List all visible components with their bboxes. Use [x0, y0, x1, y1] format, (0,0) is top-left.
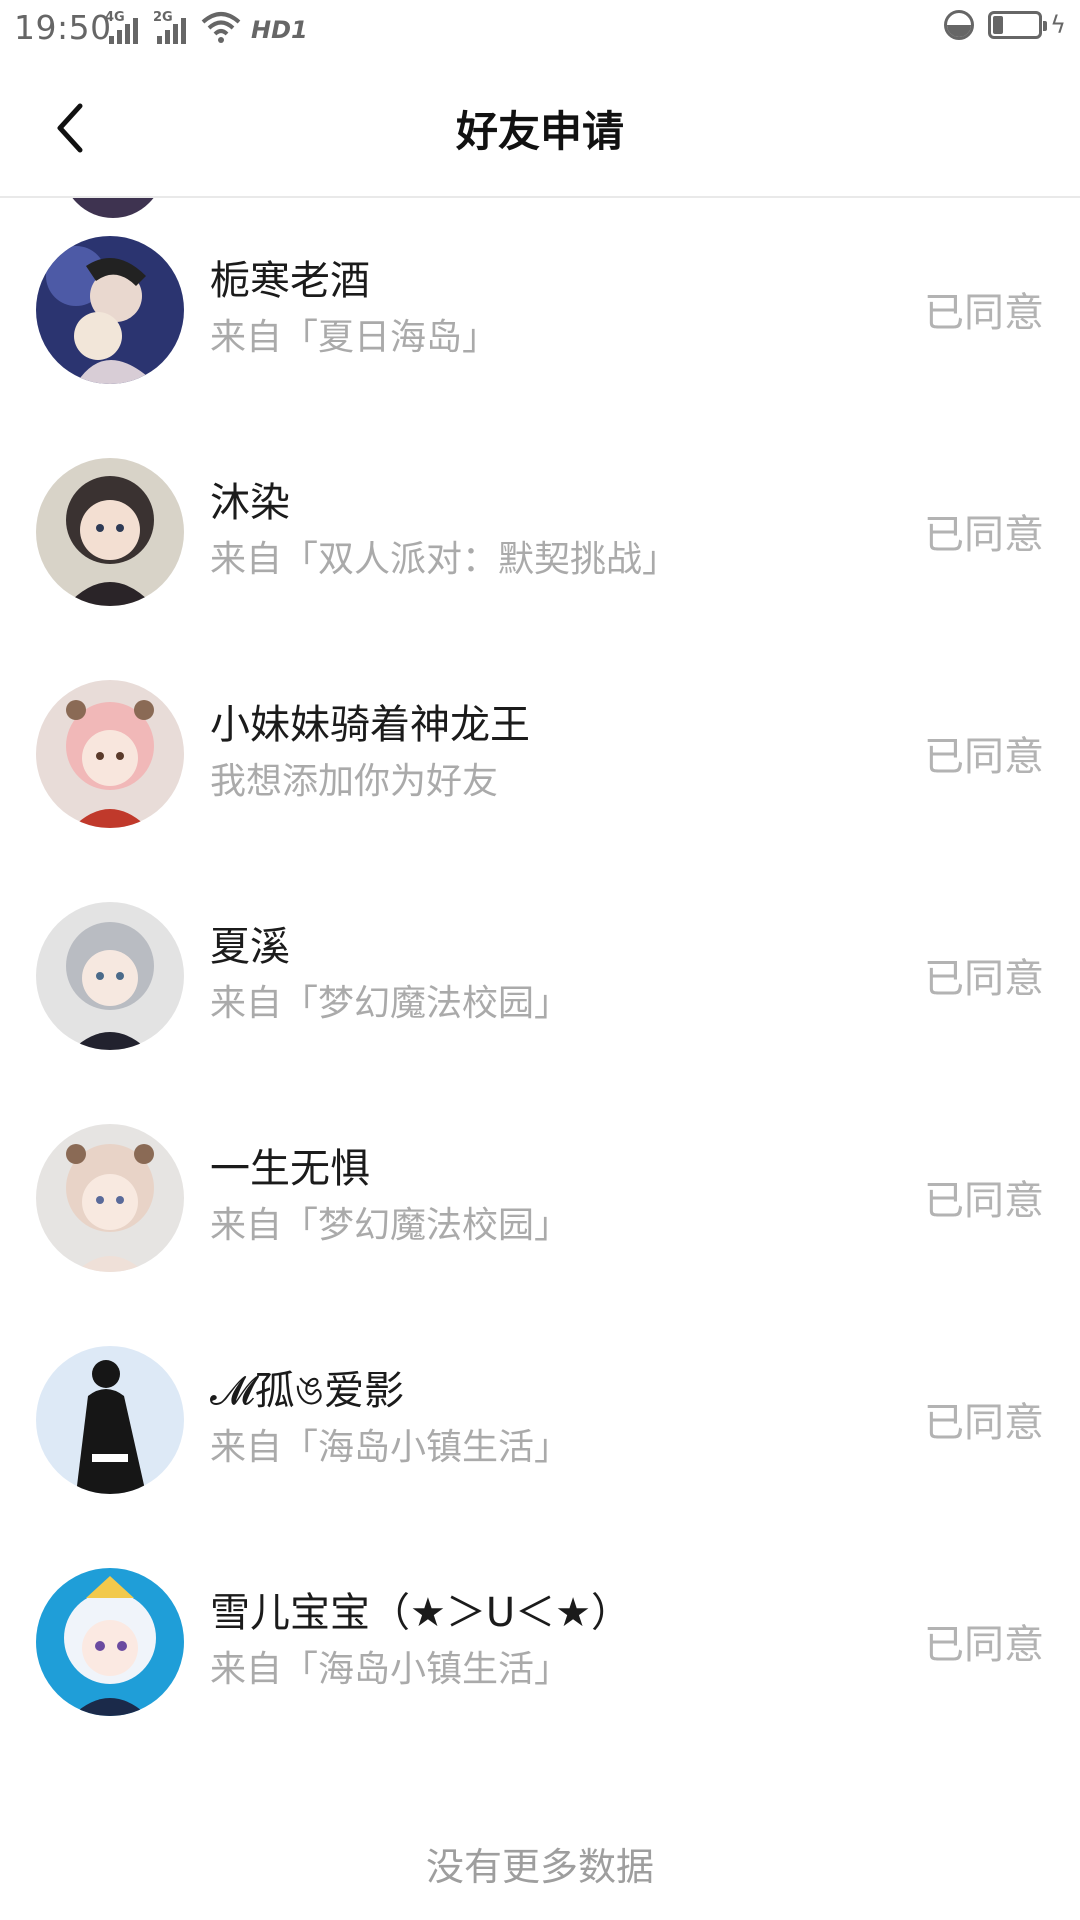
- requester-name: 沐染: [210, 480, 290, 526]
- dnd-icon: [944, 10, 975, 40]
- status-bar: 19:50 4G 2G HD1 ϟ: [0, 0, 1080, 60]
- list-item[interactable]: 一生无惧 来自「梦幻魔法校园」 已同意: [0, 1086, 1080, 1308]
- request-source: 来自「海岛小镇生活」: [210, 1649, 571, 1690]
- page-title: 好友申请: [455, 107, 624, 156]
- request-source: 我想添加你为好友: [210, 761, 499, 802]
- list-item[interactable]: 𝓜孤ঙ爱影 来自「海岛小镇生活」 已同意: [0, 1308, 1080, 1530]
- avatar: [36, 902, 184, 1050]
- status-right-icons: ϟ: [944, 10, 1066, 40]
- wifi-icon: [201, 12, 241, 43]
- list-item[interactable]: 沐染 来自「双人派对：默契挑战」 已同意: [0, 420, 1080, 642]
- requester-name: 一生无惧: [210, 1146, 370, 1192]
- request-source: 来自「海岛小镇生活」: [210, 1427, 571, 1468]
- status-badge: 已同意: [924, 1178, 1044, 1224]
- request-source: 来自「梦幻魔法校园」: [210, 983, 571, 1024]
- status-badge: 已同意: [924, 290, 1044, 336]
- requester-name: 𝓜孤ঙ爱影: [210, 1368, 405, 1414]
- list-item[interactable]: 夏溪 来自「梦幻魔法校园」 已同意: [0, 864, 1080, 1086]
- no-more-data-label: 没有更多数据: [425, 1845, 654, 1889]
- list-item[interactable]: 栀寒老酒 来自「夏日海岛」 已同意: [0, 198, 1080, 420]
- avatar: [36, 1124, 184, 1272]
- signal-4g-icon: 4G: [105, 10, 143, 44]
- avatar: [36, 1568, 184, 1716]
- friend-request-list[interactable]: 栀寒老酒 来自「夏日海岛」 已同意 沐染 来自「双人派对：默契挑战」 已同意 小…: [0, 198, 1080, 1920]
- avatar: [36, 680, 184, 828]
- avatar: [36, 458, 184, 606]
- requester-name: 雪儿宝宝（★＞U＜★）: [210, 1590, 631, 1636]
- status-badge: 已同意: [924, 1400, 1044, 1446]
- requester-name: 栀寒老酒: [210, 258, 370, 304]
- charging-icon: ϟ: [1050, 11, 1066, 39]
- signal-2g-icon: 2G: [153, 10, 191, 44]
- hd-icon: HD1: [251, 16, 308, 44]
- avatar: [36, 236, 184, 384]
- status-badge: 已同意: [924, 512, 1044, 558]
- battery-icon: [988, 11, 1048, 39]
- request-source: 来自「双人派对：默契挑战」: [210, 539, 679, 580]
- requester-name: 小妹妹骑着神龙王: [210, 702, 530, 748]
- avatar: [36, 1346, 184, 1494]
- list-item[interactable]: 雪儿宝宝（★＞U＜★） 来自「海岛小镇生活」 已同意: [0, 1530, 1080, 1752]
- nav-header: 好友申请: [0, 60, 1080, 198]
- status-badge: 已同意: [924, 1622, 1044, 1668]
- status-badge: 已同意: [924, 734, 1044, 780]
- list-item[interactable]: 小妹妹骑着神龙王 我想添加你为好友 已同意: [0, 642, 1080, 864]
- status-left-icons: 4G 2G HD1: [105, 10, 308, 44]
- requester-name: 夏溪: [210, 924, 290, 970]
- request-source: 来自「夏日海岛」: [210, 317, 499, 358]
- status-time: 19:50: [14, 8, 112, 47]
- request-source: 来自「梦幻魔法校园」: [210, 1205, 571, 1246]
- status-badge: 已同意: [924, 956, 1044, 1002]
